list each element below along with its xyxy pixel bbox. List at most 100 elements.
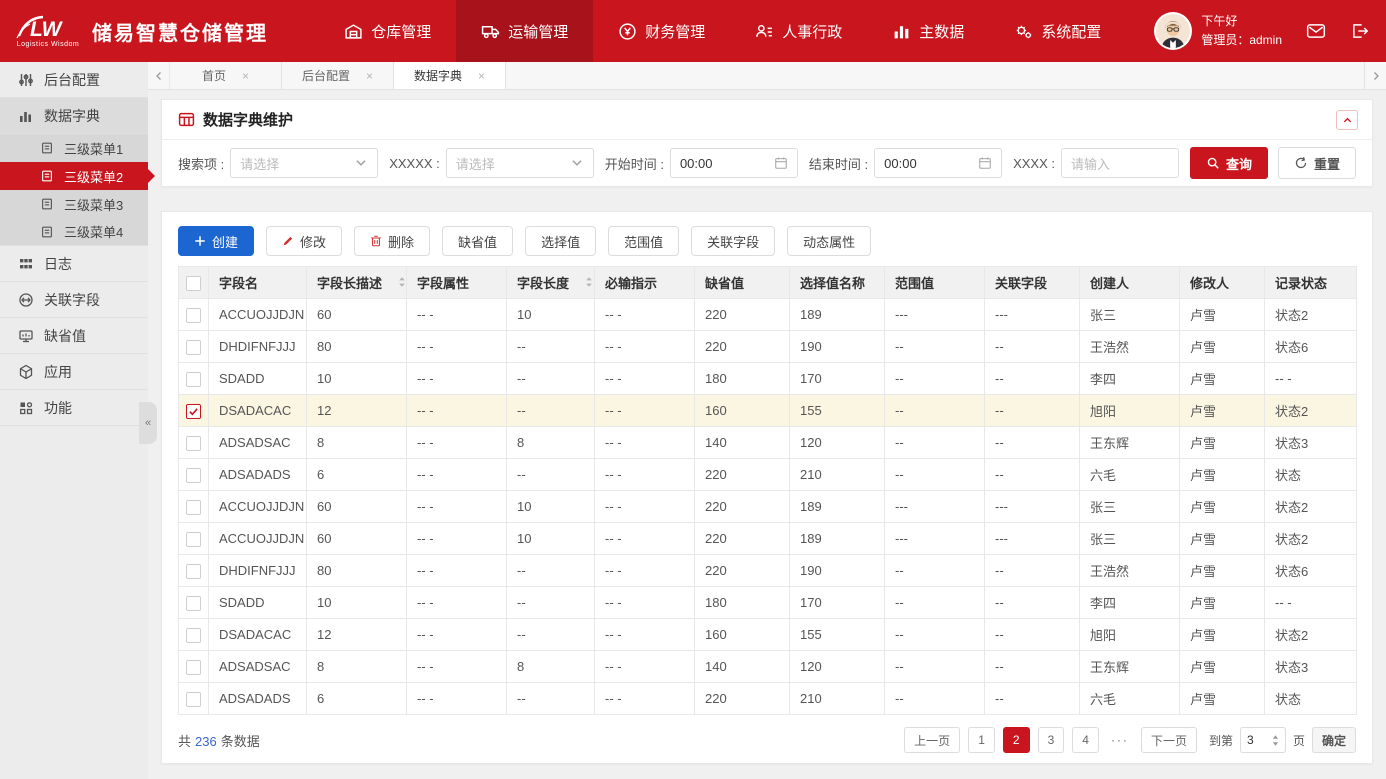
prev-page-button[interactable]: 上一页 — [904, 727, 960, 753]
column-header: 修改人 — [1180, 267, 1265, 299]
xxxx-text-input[interactable]: 请输入 — [1061, 148, 1179, 178]
row-checkbox[interactable] — [186, 404, 201, 419]
row-checkbox-cell — [179, 395, 209, 427]
page-button-4[interactable]: 4 — [1072, 727, 1099, 753]
tab-2[interactable]: 后台配置× — [282, 62, 394, 89]
nav-item-label: 仓库管理 — [371, 21, 431, 42]
page-ellipsis[interactable]: ··· — [1107, 727, 1133, 753]
sidebar-item-submenu-2[interactable]: 三级菜单2 — [0, 162, 148, 190]
cell: ADSADSAC — [209, 427, 307, 459]
table-row[interactable]: DHDIFNFJJJ80-- ----- -220190----王浩然卢雪状态6 — [179, 555, 1357, 587]
next-page-button[interactable]: 下一页 — [1141, 727, 1197, 753]
tab-3[interactable]: 数据字典× — [394, 62, 506, 89]
goto-suffix: 页 — [1293, 732, 1305, 749]
confirm-button[interactable]: 确定 — [1312, 727, 1356, 753]
query-button[interactable]: 查询 — [1190, 147, 1268, 179]
sidebar-item-data-dictionary[interactable]: 数据字典 — [0, 98, 148, 134]
sidebar-item-backend-config[interactable]: 后台配置 — [0, 62, 148, 98]
sidebar-collapse-handle[interactable]: « — [139, 402, 157, 444]
table-row[interactable]: ADSADSAC8-- -8-- -140120----王东辉卢雪状态3 — [179, 427, 1357, 459]
mail-icon[interactable] — [1298, 17, 1334, 45]
monitor-icon — [18, 328, 34, 344]
table-row[interactable]: ACCUOJJDJN60-- -10-- -220189------张三卢雪状态… — [179, 523, 1357, 555]
toolbar-button-8[interactable]: 动态属性 — [787, 226, 871, 256]
nav-item-6[interactable]: 系统配置 — [989, 0, 1126, 62]
cell: 220 — [695, 491, 790, 523]
tab-scroll-left-icon[interactable] — [148, 62, 170, 89]
table-row[interactable]: ADSADSAC8-- -8-- -140120----王东辉卢雪状态3 — [179, 651, 1357, 683]
refresh-icon — [1294, 156, 1308, 170]
page-number-stepper[interactable]: 3 — [1240, 727, 1286, 753]
select-all-checkbox[interactable] — [186, 276, 201, 291]
page-button-3[interactable]: 3 — [1038, 727, 1065, 753]
search-term-select[interactable]: 请选择 — [230, 148, 378, 178]
row-checkbox[interactable] — [186, 596, 201, 611]
sidebar-item-default-values[interactable]: 缺省值 — [0, 318, 148, 354]
page-button-2[interactable]: 2 — [1003, 727, 1030, 753]
table-row[interactable]: ACCUOJJDJN60-- -10-- -220189------张三卢雪状态… — [179, 299, 1357, 331]
calendar-icon — [774, 156, 788, 170]
sidebar-item-submenu-1[interactable]: 三级菜单1 — [0, 134, 148, 162]
row-checkbox[interactable] — [186, 564, 201, 579]
xxxxx-field: XXXXX : 请选择 — [389, 148, 594, 178]
table-row[interactable]: DHDIFNFJJJ80-- ----- -220190----王浩然卢雪状态6 — [179, 331, 1357, 363]
row-checkbox[interactable] — [186, 308, 201, 323]
nav-item-1[interactable]: 仓库管理 — [319, 0, 456, 62]
table-row[interactable]: SDADD10-- ----- -180170----李四卢雪-- - — [179, 587, 1357, 619]
row-checkbox[interactable] — [186, 340, 201, 355]
table-row[interactable]: ADSADADS6-- ----- -220210----六毛卢雪状态 — [179, 683, 1357, 715]
table-row[interactable]: ADSADADS6-- ----- -220210----六毛卢雪状态 — [179, 459, 1357, 491]
row-checkbox[interactable] — [186, 660, 201, 675]
tab-close-icon[interactable]: × — [366, 69, 373, 83]
sidebar-item-logs[interactable]: 日志 — [0, 246, 148, 282]
user-block[interactable]: 下午好 管理员：admin — [1154, 12, 1282, 50]
panel-collapse-button[interactable] — [1336, 110, 1358, 130]
row-checkbox[interactable] — [186, 532, 201, 547]
sliders-icon — [18, 72, 34, 88]
toolbar-button-7[interactable]: 关联字段 — [691, 226, 775, 256]
row-checkbox[interactable] — [186, 692, 201, 707]
sidebar-item-submenu-3[interactable]: 三级菜单3 — [0, 190, 148, 218]
table-row[interactable]: DSADACAC12-- ----- -160155----旭阳卢雪状态2 — [179, 395, 1357, 427]
toolbar-button-3[interactable]: 删除 — [354, 226, 430, 256]
row-checkbox-cell — [179, 555, 209, 587]
sidebar-item-application[interactable]: 应用 — [0, 354, 148, 390]
nav-item-5[interactable]: 主数据 — [867, 0, 989, 62]
cell: -- — [885, 331, 985, 363]
tab-1[interactable]: 首页× — [170, 62, 282, 89]
cell: 卢雪 — [1180, 651, 1265, 683]
tab-close-icon[interactable]: × — [242, 69, 249, 83]
table-row[interactable]: DSADACAC12-- ----- -160155----旭阳卢雪状态2 — [179, 619, 1357, 651]
cell: -- - — [407, 331, 507, 363]
cell: 张三 — [1080, 523, 1180, 555]
toolbar-button-6[interactable]: 范围值 — [608, 226, 679, 256]
start-time-input[interactable]: 00:00 — [670, 148, 798, 178]
nav-item-4[interactable]: 人事行政 — [730, 0, 867, 62]
page-button-1[interactable]: 1 — [968, 727, 995, 753]
row-checkbox[interactable] — [186, 628, 201, 643]
sidebar-item-related-fields[interactable]: 关联字段 — [0, 282, 148, 318]
cell: -- - — [407, 619, 507, 651]
xxxxx-select[interactable]: 请选择 — [446, 148, 594, 178]
table-row[interactable]: SDADD10-- ----- -180170----李四卢雪-- - — [179, 363, 1357, 395]
toolbar-button-1[interactable]: 创建 — [178, 226, 254, 256]
row-checkbox[interactable] — [186, 500, 201, 515]
sidebar-item-submenu-4[interactable]: 三级菜单4 — [0, 218, 148, 246]
cell: -- — [985, 459, 1080, 491]
sidebar-item-functions[interactable]: 功能 — [0, 390, 148, 426]
row-checkbox[interactable] — [186, 468, 201, 483]
toolbar-button-2[interactable]: 修改 — [266, 226, 342, 256]
table-row[interactable]: ACCUOJJDJN60-- -10-- -220189------张三卢雪状态… — [179, 491, 1357, 523]
toolbar-button-4[interactable]: 缺省值 — [442, 226, 513, 256]
tab-scroll-right-icon[interactable] — [1364, 62, 1386, 89]
nav-item-3[interactable]: 财务管理 — [593, 0, 730, 62]
row-checkbox[interactable] — [186, 436, 201, 451]
tab-close-icon[interactable]: × — [478, 69, 485, 83]
reset-button[interactable]: 重置 — [1278, 147, 1356, 179]
column-header-label: 选择值名称 — [800, 276, 865, 291]
toolbar-button-5[interactable]: 选择值 — [525, 226, 596, 256]
logout-icon[interactable] — [1342, 17, 1378, 45]
row-checkbox[interactable] — [186, 372, 201, 387]
nav-item-2[interactable]: 运输管理 — [456, 0, 593, 62]
end-time-input[interactable]: 00:00 — [874, 148, 1002, 178]
